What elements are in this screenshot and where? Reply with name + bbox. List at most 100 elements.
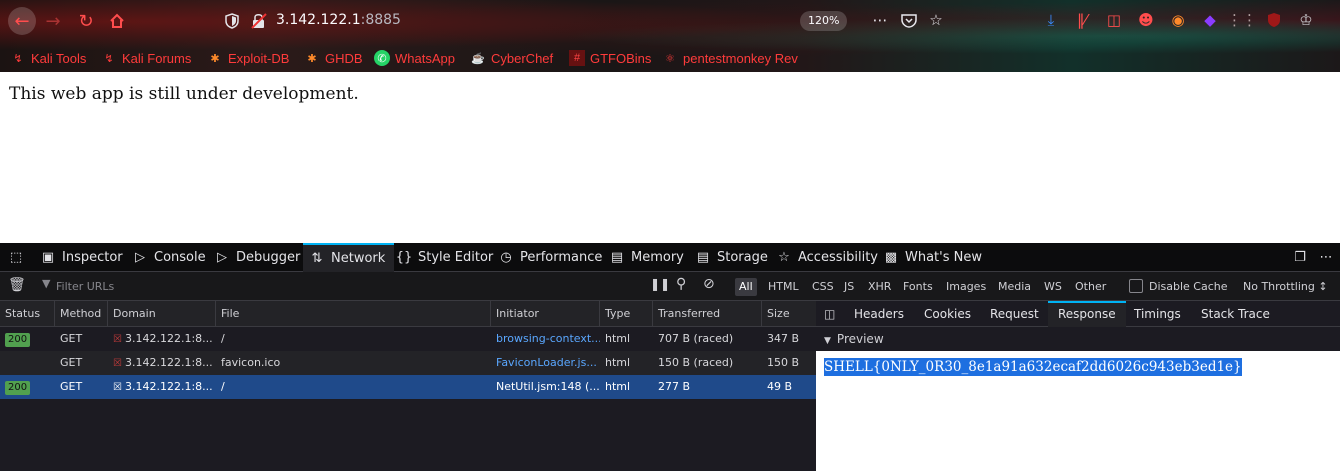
globe-icon: ⚛ [665,52,675,65]
dock-toggle-button[interactable]: ❐ [1292,243,1308,272]
file-cell: / [221,380,225,393]
clear-trash-icon[interactable]: 🗑 [8,277,26,293]
reload-button[interactable]: ↻ [73,8,99,34]
type-cell: html [605,380,631,393]
search-icon[interactable]: ⚲ [676,276,686,292]
filter-ws[interactable]: WS [1040,278,1066,296]
initiator-link[interactable]: browsing-context... [491,327,600,351]
bookmark-kali-forums[interactable]: ↯ Kali Forums [101,48,191,68]
filter-css[interactable]: CSS [808,278,838,296]
extension-puzzle-icon[interactable]: ♔ [1296,10,1316,30]
ublock-icon[interactable] [1264,10,1284,30]
dock-icon: ❐ [1294,250,1306,265]
cyberchef-icon: ☕ [471,52,485,65]
status-badge: 200 [5,381,31,395]
tab-memory[interactable]: ▤ Memory [609,243,684,272]
bookmark-star-icon[interactable]: ☆ [926,10,946,30]
column-status[interactable]: Status [0,301,55,327]
more-actions-icon[interactable]: ⋯ [870,10,890,30]
initiator-link[interactable]: FaviconLoader.js... [491,351,600,375]
home-button[interactable] [104,8,130,34]
foxyproxy-icon[interactable]: ◉ [1168,10,1188,30]
filter-images[interactable]: Images [942,278,990,296]
response-text[interactable]: SHELL{0NLY_0R30_8e1a91a632ecaf2dd6026c94… [824,358,1242,376]
bookmark-exploit-db[interactable]: ✱ Exploit-DB [207,48,289,68]
bookmark-kali-tools[interactable]: ↯ Kali Tools [10,48,86,68]
tab-storage[interactable]: ▤ Storage [695,243,768,272]
tab-cookies[interactable]: Cookies [924,301,971,327]
tab-debugger[interactable]: ▷ Debugger [214,243,300,272]
devtools-menu-button[interactable]: ⋯ [1318,243,1334,272]
table-row[interactable]: GET ☒ 3.142.122.1:8... favicon.ico Favico… [0,351,816,375]
tab-stack-trace[interactable]: Stack Trace [1201,301,1270,327]
throttling-select[interactable]: No Throttling ↕ [1239,278,1332,296]
table-row-selected[interactable]: 200 GET ☒ 3.142.122.1:8... / NetUtil.jsm:… [0,375,816,399]
file-cell: favicon.ico [221,356,281,369]
preview-label: Preview [836,332,884,346]
account-icon[interactable]: ☻ [1136,10,1156,30]
tab-accessibility[interactable]: ☆ Accessibility [776,243,878,272]
filter-other[interactable]: Other [1071,278,1110,296]
gift-icon: ▩ [884,250,898,265]
sidebar-icon[interactable]: ◫ [1104,10,1124,30]
back-button[interactable]: ← [8,7,36,35]
bookmarks-toolbar: ↯ Kali Tools ↯ Kali Forums ✱ Exploit-DB ✱ GH… [0,46,1340,70]
storage-icon: ▤ [696,250,710,265]
network-toolbar: 🗑 ▼ ❚❚ ⚲ ⊘ All HTML CSS JS XHR Fonts Ima… [0,272,1340,301]
table-row[interactable]: 200 GET ☒ 3.142.122.1:8... / browsing-con… [0,327,816,351]
column-initiator[interactable]: Initiator [491,301,600,327]
tab-timings[interactable]: Timings [1134,301,1181,327]
tab-whats-new[interactable]: ▩ What's New [883,243,982,272]
tab-network[interactable]: ⇅ Network [303,243,395,272]
column-size[interactable]: Size [762,301,816,327]
tab-console[interactable]: ▷ Console [132,243,206,272]
tab-response[interactable]: Response [1048,301,1126,327]
extension-diamond-icon[interactable]: ◆ [1200,10,1220,30]
page-body-text: This web app is still under development. [9,84,359,104]
tab-request[interactable]: Request [990,301,1039,327]
library-icon[interactable]: ‖⁄ [1072,10,1092,30]
devtools-tab-bar: ⬚ ▣ Inspector ▷ Console ▷ Debugger ⇅ Network… [0,243,1340,272]
bookmark-whatsapp[interactable]: ✆ WhatsApp [374,48,455,68]
block-icon[interactable]: ⊘ [703,276,715,292]
filter-media[interactable]: Media [994,278,1035,296]
filter-fonts[interactable]: Fonts [899,278,937,296]
column-method[interactable]: Method [55,301,108,327]
filter-urls-input[interactable] [56,277,636,296]
status-cell [0,351,55,375]
column-transferred[interactable]: Transferred [653,301,762,327]
column-domain[interactable]: Domain [108,301,216,327]
bookmark-cyberchef[interactable]: ☕ CyberChef [470,48,553,68]
bookmark-ghdb[interactable]: ✱ GHDB [304,48,362,68]
pocket-icon[interactable] [899,10,919,30]
extension-cookie-icon[interactable]: ⋮⋮ [1227,10,1257,30]
filter-html[interactable]: HTML [764,278,803,296]
home-icon [110,13,124,28]
method-cell: GET [60,332,83,345]
disable-cache-checkbox[interactable] [1129,279,1143,293]
tab-inspector[interactable]: ▣ Inspector [40,243,123,272]
tab-performance[interactable]: ◷ Performance [498,243,602,272]
column-file[interactable]: File [216,301,491,327]
filter-js[interactable]: JS [840,278,858,296]
url-bar[interactable]: 3.142.122.1:8885 [220,8,780,34]
url-text[interactable]: 3.142.122.1:8885 [276,12,401,28]
tab-headers[interactable]: Headers [854,301,904,327]
filter-all[interactable]: All [735,278,757,296]
pause-icon[interactable]: ❚❚ [650,277,670,291]
forward-button[interactable]: → [40,8,66,34]
preview-section-header[interactable]: ▼ Preview [816,327,1340,351]
downloads-icon[interactable]: ⤓ [1041,10,1061,30]
toggle-sidebar-icon[interactable]: ◫ [824,307,835,321]
initiator-link[interactable]: NetUtil.jsm:148 (... [491,375,600,399]
tab-style-editor[interactable]: {} Style Editor [396,243,494,272]
filter-xhr[interactable]: XHR [864,278,895,296]
type-cell: html [605,332,631,345]
disable-cache-label[interactable]: Disable Cache [1145,278,1232,296]
exploitdb-icon: ✱ [210,52,220,65]
column-type[interactable]: Type [600,301,653,327]
element-picker-button[interactable]: ⬚ [8,243,24,272]
zoom-level-badge[interactable]: 120% [800,11,848,31]
bookmark-gtfobins[interactable]: # GTFOBins [569,48,651,68]
bookmark-pentestmonkey[interactable]: ⚛ pentestmonkey Rev [662,48,798,68]
